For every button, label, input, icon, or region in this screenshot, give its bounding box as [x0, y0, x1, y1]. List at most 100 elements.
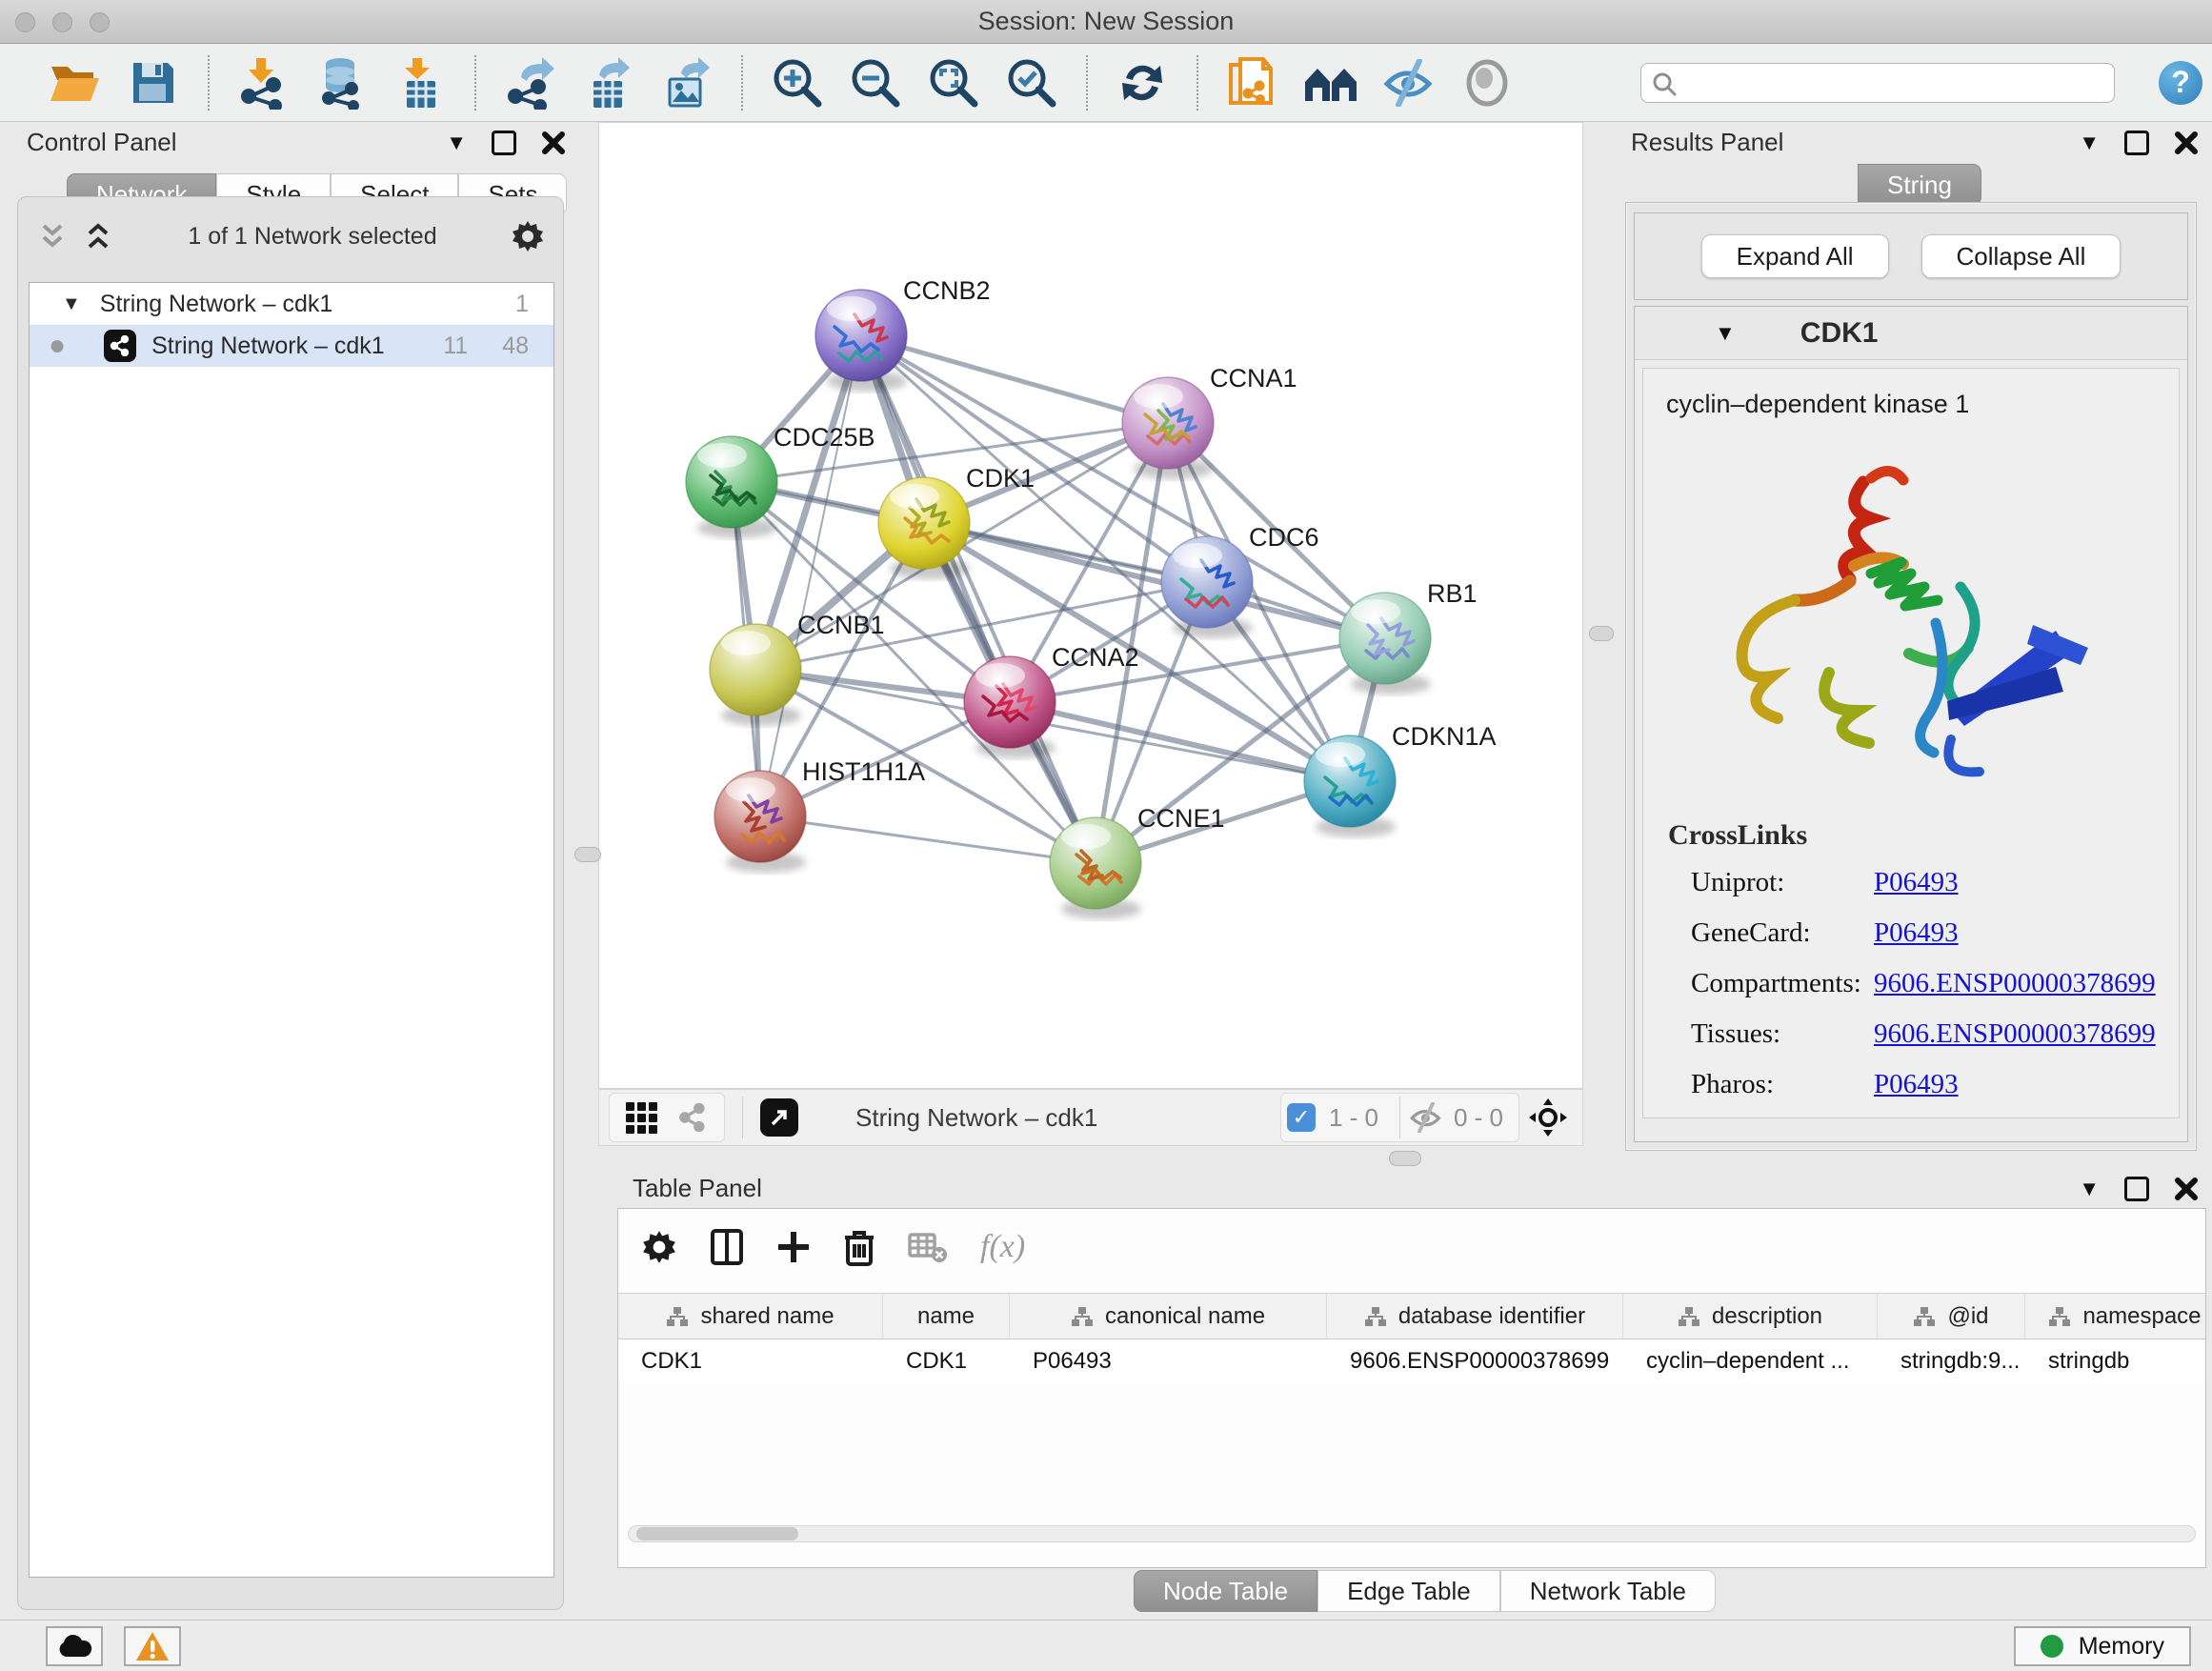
memory-button[interactable]: Memory — [2014, 1626, 2191, 1666]
birdseye-nav-button[interactable] — [1527, 1097, 1569, 1138]
new-network-from-selection-button[interactable] — [1223, 53, 1282, 112]
hide-selected-button[interactable] — [1379, 53, 1438, 112]
detach-view-button[interactable] — [760, 1098, 798, 1137]
grid-view-toggle-button[interactable] — [619, 1096, 663, 1139]
save-session-button[interactable] — [124, 53, 183, 112]
open-file-button[interactable] — [46, 53, 105, 112]
warnings-button[interactable] — [124, 1626, 181, 1666]
import-network-file-button[interactable] — [234, 53, 293, 112]
panel-close-icon[interactable] — [2174, 131, 2199, 155]
network-node-ccnb1[interactable]: CCNB1 — [710, 611, 885, 726]
crosslink-value-link[interactable]: P06493 — [1874, 917, 1959, 949]
column-header-namespace[interactable]: namespace — [2025, 1294, 2205, 1339]
network-node-cdc6[interactable]: CDC6 — [1161, 523, 1319, 638]
help-button[interactable]: ? — [2159, 61, 2202, 105]
gear-icon[interactable] — [641, 1229, 677, 1265]
panel-float-icon[interactable] — [2124, 131, 2149, 155]
column-header-canonical-name[interactable]: canonical name — [1010, 1294, 1327, 1339]
network-node-ccna2[interactable]: CCNA2 — [964, 643, 1139, 758]
zoom-fit-button[interactable] — [924, 53, 983, 112]
show-all-button[interactable] — [1458, 53, 1517, 112]
column-header-label: @id — [1947, 1303, 1988, 1330]
tree-expand-caret-icon[interactable]: ▼ — [62, 293, 81, 315]
network-node-hist1h1a[interactable]: HIST1H1A — [714, 757, 925, 873]
left-splitter-handle[interactable] — [574, 847, 601, 862]
network-collection-row[interactable]: ▼ String Network – cdk1 1 — [30, 283, 553, 325]
table-cell[interactable]: stringdb:9... — [1878, 1339, 2025, 1383]
tab-edge-table[interactable]: Edge Table — [1317, 1570, 1500, 1612]
zoom-in-button[interactable] — [768, 53, 827, 112]
zoom-out-button[interactable] — [846, 53, 905, 112]
first-neighbors-button[interactable] — [1301, 53, 1360, 112]
window-close-button[interactable] — [15, 12, 35, 32]
network-node-cdk1[interactable]: CDK1 — [878, 464, 1035, 579]
table-cell[interactable]: P06493 — [1010, 1339, 1327, 1383]
add-column-icon[interactable] — [776, 1230, 811, 1264]
gene-section-header[interactable]: ▼ CDK1 — [1635, 307, 2187, 360]
network-edge[interactable] — [760, 816, 1096, 863]
selected-checkbox-icon[interactable]: ✓ — [1287, 1103, 1316, 1132]
cloud-status-button[interactable] — [46, 1626, 103, 1666]
column-header-description[interactable]: description — [1623, 1294, 1878, 1339]
graphics-details-button[interactable] — [671, 1096, 714, 1139]
gene-collapse-caret-icon[interactable]: ▼ — [1715, 321, 1736, 346]
export-network-button[interactable] — [501, 53, 560, 112]
network-node-rb1[interactable]: RB1 — [1339, 579, 1478, 695]
network-node-cdkn1a[interactable]: CDKN1A — [1304, 722, 1497, 837]
panel-menu-caret-icon[interactable]: ▼ — [2079, 1177, 2100, 1201]
collapse-all-icon[interactable] — [36, 222, 69, 251]
hidden-eye-slash-icon[interactable] — [1408, 1102, 1444, 1133]
panel-menu-caret-icon[interactable]: ▼ — [2079, 131, 2100, 155]
network-edge[interactable] — [760, 335, 861, 816]
export-table-button[interactable] — [579, 53, 638, 112]
panel-menu-caret-icon[interactable]: ▼ — [446, 131, 467, 155]
import-table-button[interactable] — [391, 53, 450, 112]
apply-layout-button[interactable] — [1113, 53, 1172, 112]
delete-column-icon[interactable] — [843, 1228, 875, 1266]
tab-network-table[interactable]: Network Table — [1500, 1570, 1716, 1612]
gear-icon[interactable] — [511, 219, 545, 253]
table-body: CDK1CDK1P064939606.ENSP00000378699cyclin… — [618, 1339, 2205, 1383]
crosslink-value-link[interactable]: P06493 — [1874, 867, 1959, 898]
panel-float-icon[interactable] — [492, 131, 516, 155]
scrollbar-thumb[interactable] — [636, 1527, 798, 1540]
column-header-@id[interactable]: @id — [1878, 1294, 2025, 1339]
tab-string[interactable]: String — [1858, 164, 1981, 206]
import-network-database-button[interactable] — [312, 53, 372, 112]
network-canvas[interactable]: CCNB2CCNA1CDC25BCDK1CDC6RB1CCNB1CCNA2CDK… — [598, 122, 1583, 1089]
crosslink-value-link[interactable]: 9606.ENSP00000378699 — [1874, 968, 2156, 999]
network-graph[interactable]: CCNB2CCNA1CDC25BCDK1CDC6RB1CCNB1CCNA2CDK… — [599, 123, 1582, 1088]
crosslink-value-link[interactable]: P06493 — [1874, 1069, 1959, 1100]
panel-close-icon[interactable] — [541, 131, 566, 155]
tab-node-table[interactable]: Node Table — [1134, 1570, 1317, 1612]
eye-icon — [1463, 59, 1511, 107]
window-zoom-button[interactable] — [90, 12, 110, 32]
expand-all-button[interactable]: Expand All — [1701, 234, 1889, 278]
results-panel-title: Results Panel — [1631, 128, 1783, 157]
table-row[interactable]: CDK1CDK1P064939606.ENSP00000378699cyclin… — [618, 1339, 2205, 1383]
table-cell[interactable]: CDK1 — [618, 1339, 883, 1383]
search-input[interactable] — [1640, 63, 2115, 103]
column-header-name[interactable]: name — [883, 1294, 1010, 1339]
table-cell[interactable]: 9606.ENSP00000378699 — [1327, 1339, 1623, 1383]
table-cell[interactable]: cyclin–dependent ... — [1623, 1339, 1878, 1383]
panel-float-icon[interactable] — [2124, 1177, 2149, 1201]
collapse-all-button[interactable]: Collapse All — [1921, 234, 2122, 278]
gene-description: cyclin–dependent kinase 1 — [1643, 369, 2179, 419]
table-horizontal-scrollbar[interactable] — [628, 1525, 2196, 1542]
column-header-database-identifier[interactable]: database identifier — [1327, 1294, 1623, 1339]
column-header-shared-name[interactable]: shared name — [618, 1294, 883, 1339]
table-cell[interactable]: CDK1 — [883, 1339, 1010, 1383]
network-row-selected[interactable]: ● String Network – cdk1 11 48 — [30, 325, 553, 367]
show-columns-icon[interactable] — [710, 1228, 744, 1266]
expand-all-icon[interactable] — [82, 222, 114, 251]
horizontal-splitter-handle[interactable] — [1389, 1151, 1421, 1166]
zoom-selected-button[interactable] — [1002, 53, 1061, 112]
right-splitter-handle[interactable] — [1589, 626, 1614, 641]
network-node-ccne1[interactable]: CCNE1 — [1050, 804, 1225, 919]
panel-close-icon[interactable] — [2174, 1177, 2199, 1201]
table-cell[interactable]: stringdb — [2025, 1339, 2205, 1383]
crosslink-value-link[interactable]: 9606.ENSP00000378699 — [1874, 1018, 2156, 1050]
window-minimize-button[interactable] — [52, 12, 72, 32]
export-image-button[interactable] — [657, 53, 716, 112]
